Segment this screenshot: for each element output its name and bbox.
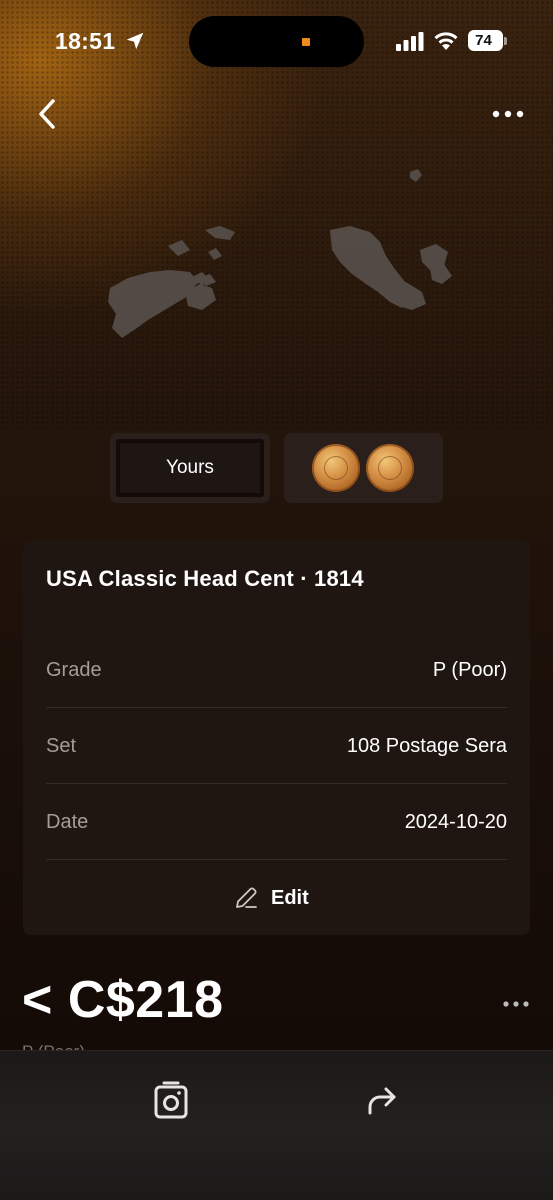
coin-details-card: USA Classic Head Cent · 1814 Grade P (Po… [23, 540, 530, 935]
share-arrow-icon[interactable] [364, 1083, 400, 1119]
tab-yours[interactable]: Yours [110, 433, 270, 503]
detail-row-date: Date 2024-10-20 [46, 784, 507, 860]
pencil-icon [236, 887, 257, 908]
wifi-icon [434, 32, 458, 50]
dynamic-island [189, 16, 364, 67]
status-bar: 18:51 74 [0, 0, 553, 84]
detail-row-set: Set 108 Postage Sera [46, 708, 507, 784]
ellipsis-icon [492, 110, 524, 118]
coin-reverse-image [366, 444, 414, 492]
detail-value: 108 Postage Sera [346, 735, 507, 757]
chevron-left-icon [39, 99, 55, 129]
back-button[interactable] [30, 94, 64, 134]
detail-label: Grade [46, 659, 102, 681]
coin-title: USA Classic Head Cent · 1814 [46, 566, 364, 591]
recording-indicator [302, 38, 310, 46]
price-more-button[interactable] [500, 992, 532, 1016]
tab-coin-photos[interactable] [284, 433, 443, 503]
more-options-button[interactable] [488, 100, 528, 128]
battery-level: 74 [475, 32, 492, 49]
location-arrow-icon [126, 32, 144, 50]
edit-button[interactable]: Edit [233, 882, 309, 914]
edit-label: Edit [271, 886, 309, 909]
detail-value: P (Poor) [432, 659, 507, 681]
battery-cap [504, 37, 507, 45]
coin-obverse-image [312, 444, 360, 492]
battery-icon: 74 [468, 30, 508, 52]
ellipsis-icon [503, 1001, 529, 1007]
detail-label: Set [46, 735, 77, 757]
camera-scan-icon[interactable] [152, 1081, 190, 1121]
world-map [108, 169, 452, 338]
detail-value: 2024-10-20 [404, 811, 507, 833]
tab-yours-label: Yours [116, 439, 264, 497]
status-time: 18:51 [55, 28, 116, 54]
detail-label: Date [46, 811, 89, 833]
detail-row-grade: Grade P (Poor) [46, 632, 507, 708]
signal-icon [396, 32, 424, 51]
coin-obverse-rim [324, 456, 348, 480]
battery-body: 74 [468, 30, 503, 51]
coin-reverse-rim [378, 456, 402, 480]
price-estimate: < C$218 [22, 971, 224, 1029]
bottom-toolbar [0, 1050, 553, 1200]
